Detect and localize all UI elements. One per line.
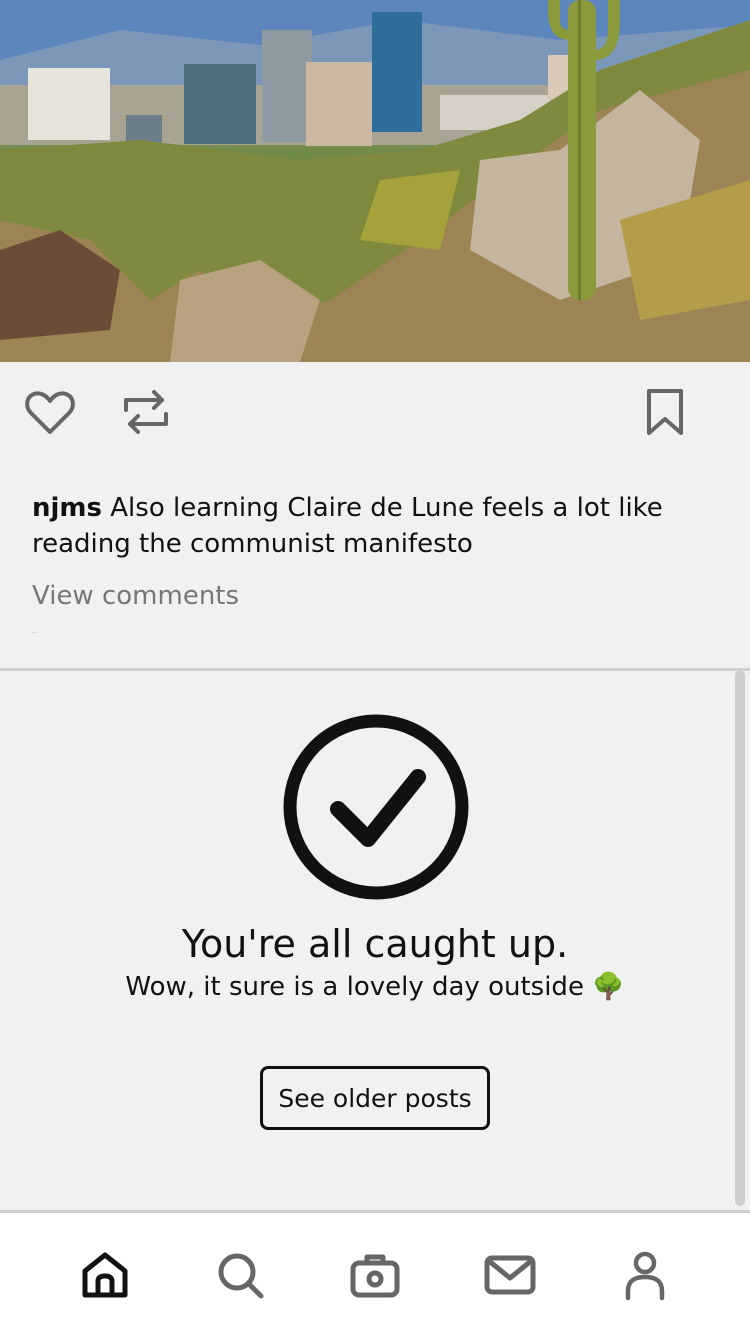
like-button[interactable] — [22, 388, 78, 438]
camera-icon — [350, 1254, 400, 1298]
post-photo — [0, 0, 750, 362]
caught-up-subtitle: Wow, it sure is a lovely day outside 🌳 — [125, 972, 625, 1002]
nav-camera[interactable] — [347, 1247, 403, 1303]
see-older-posts-button[interactable]: See older posts — [260, 1066, 490, 1130]
heart-icon — [25, 391, 75, 434]
repost-icon — [124, 390, 168, 434]
post-username[interactable]: njms — [32, 493, 102, 523]
caught-up-section: You're all caught up. Wow, it sure is a … — [0, 671, 750, 1211]
post-image[interactable] — [0, 0, 750, 362]
caught-up-title: You're all caught up. — [181, 922, 569, 966]
search-icon — [218, 1253, 264, 1299]
bookmark-icon — [647, 389, 683, 435]
nav-messages[interactable] — [482, 1247, 538, 1303]
nav-search[interactable] — [212, 1247, 268, 1303]
post-caption-text: Also learning Claire de Lune feels a lot… — [32, 493, 663, 559]
view-comments-link[interactable]: View comments — [32, 578, 239, 614]
repost-button[interactable] — [118, 384, 174, 440]
bottom-nav — [0, 1213, 750, 1334]
bookmark-button[interactable] — [640, 384, 690, 440]
mail-icon — [484, 1255, 536, 1295]
nav-profile[interactable] — [617, 1247, 673, 1303]
post-caption: njms Also learning Claire de Lune feels … — [32, 490, 692, 562]
post-action-bar — [0, 362, 750, 462]
home-icon — [82, 1252, 128, 1298]
profile-icon — [625, 1251, 665, 1301]
post-timestamp: ... — [32, 628, 38, 635]
checkmark-circle-icon — [280, 711, 472, 903]
nav-home[interactable] — [77, 1247, 133, 1303]
